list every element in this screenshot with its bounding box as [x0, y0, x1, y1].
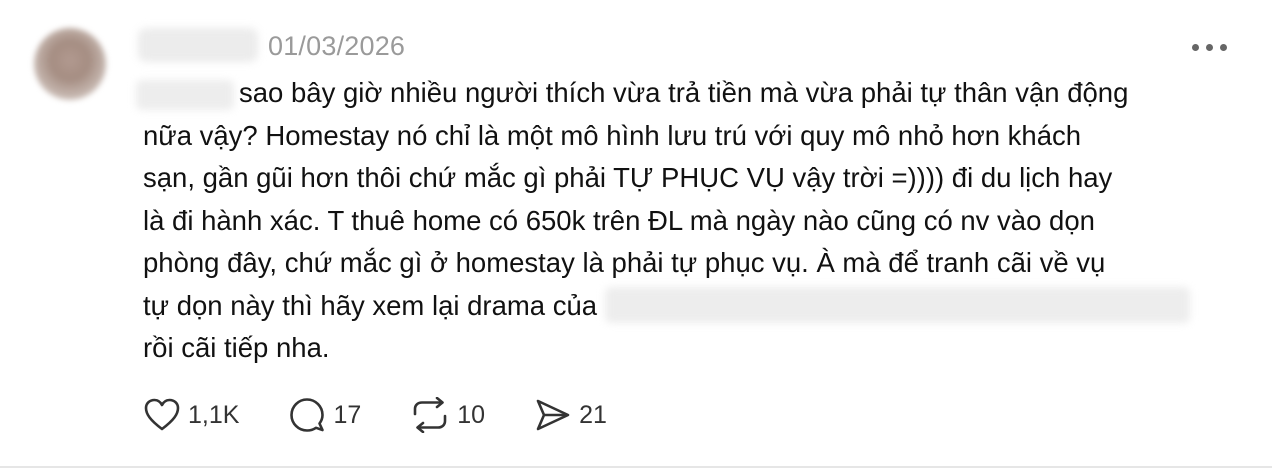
username-redacted[interactable] [138, 28, 258, 62]
action-bar: 1,1K 17 10 21 [144, 393, 657, 437]
post-body-text: tự dọn này thì hãy xem lại drama của [143, 289, 598, 321]
heart-icon [144, 398, 180, 431]
divider [0, 466, 1272, 468]
share-count: 21 [579, 400, 607, 429]
post-body-line-with-link: tự dọn này thì hãy xem lại drama của [143, 285, 1243, 328]
repost-count: 10 [457, 400, 486, 429]
avatar[interactable] [34, 28, 106, 100]
post-body-line: phòng đây, chứ mắc gì ở homestay là phải… [143, 247, 1106, 278]
redacted-link[interactable] [605, 286, 1191, 323]
reply-button[interactable]: 17 [289, 397, 361, 433]
post-body: sao bây giờ nhiều người thích vừa trả ti… [143, 72, 1243, 370]
post-body-line: là đi hành xác. T thuê home có 650k trên… [143, 204, 1095, 236]
thread-post: 01/03/2026 sao bây giờ nhiều người thích… [0, 0, 1272, 470]
post-body-line: sao bây giờ nhiều người thích vừa trả ti… [239, 77, 1129, 108]
more-dot [1205, 43, 1213, 51]
repost-button[interactable]: 10 [411, 397, 485, 433]
like-count: 1,1K [188, 400, 240, 429]
paper-plane-icon [536, 399, 570, 431]
post-body-line: nữa vậy? Homestay nó chỉ là một mô hình … [143, 119, 1082, 151]
post-body-line: rồi cãi tiếp nha. [143, 332, 330, 363]
more-dot [1219, 43, 1227, 51]
post-date: 01/03/2026 [268, 31, 406, 61]
repost-arrows-icon [413, 397, 447, 433]
share-button[interactable]: 21 [535, 398, 607, 432]
post-body-line: sạn, gần gũi hơn thôi chứ mắc gì phải TỰ… [143, 162, 1113, 193]
more-options-button[interactable] [1186, 30, 1232, 64]
speech-bubble-icon [290, 398, 325, 432]
reply-count: 17 [333, 400, 362, 429]
more-dot [1191, 43, 1199, 51]
like-button[interactable]: 1,1K [144, 398, 239, 432]
